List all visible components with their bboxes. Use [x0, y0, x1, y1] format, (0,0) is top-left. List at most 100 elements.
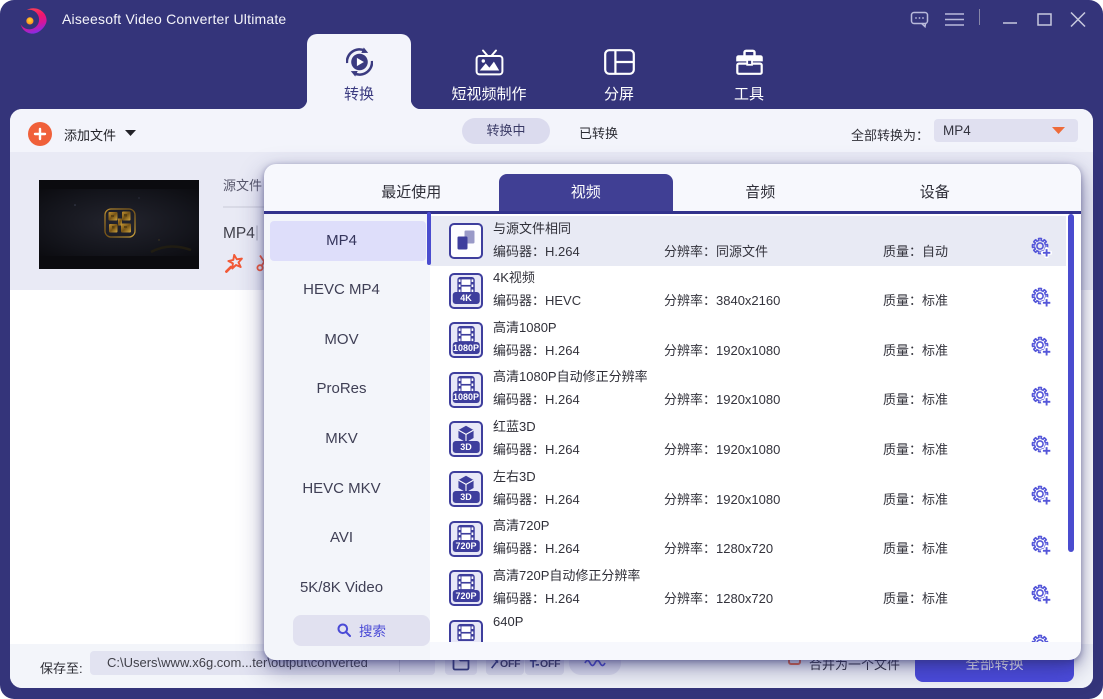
search-button[interactable]: 搜索: [293, 615, 430, 646]
format-resolution: 分辨率：同源文件: [664, 241, 768, 260]
sidebar-item-mov[interactable]: MOV: [270, 320, 426, 360]
titlebar-separator: [979, 9, 980, 25]
format-badge: 720P: [453, 590, 480, 602]
format-row[interactable]: 1080P 高清1080P 编码器：H.264 分辨率：1920x1080 质量：标准: [430, 315, 1081, 365]
format-encoder: 编码器：H.264: [493, 489, 580, 508]
add-files-button[interactable]: 添加文件: [64, 125, 116, 144]
settings-gear-icon[interactable]: [1031, 584, 1052, 605]
format-resolution: 分辨率：1920x1080: [664, 439, 780, 458]
format-encoder: 编码器：H.264: [493, 389, 580, 408]
minimize-icon[interactable]: [999, 8, 1021, 30]
settings-gear-icon[interactable]: [1031, 485, 1052, 506]
convert-icon: [346, 45, 373, 79]
format-film-icon: 1080P: [449, 322, 483, 358]
format-quality: 质量：标准: [883, 588, 948, 607]
format-encoder: 编码器：HEVC: [493, 290, 581, 309]
format-row[interactable]: 640P: [430, 613, 1081, 642]
popup-tab-video[interactable]: 视频: [499, 174, 674, 211]
settings-gear-icon[interactable]: [1031, 535, 1052, 556]
video-thumbnail: [39, 180, 199, 269]
tab-convert-label: 转换: [344, 83, 374, 104]
format-badge: 3D: [453, 441, 480, 453]
format-badge: 4K: [453, 292, 480, 304]
filter-converted[interactable]: 已转换: [579, 123, 618, 142]
format-encoder: 编码器：H.264: [493, 340, 580, 359]
app-title: Aiseesoft Video Converter Ultimate: [62, 11, 286, 27]
settings-gear-icon[interactable]: [1031, 386, 1052, 407]
format-title: 高清1080P: [493, 317, 557, 336]
sidebar-item-5k8k[interactable]: 5K/8K Video: [270, 568, 426, 608]
format-badge: 3D: [453, 491, 480, 503]
settings-gear-icon[interactable]: [1031, 634, 1052, 642]
settings-gear-icon[interactable]: [1031, 287, 1052, 308]
sidebar-item-hevc-mp4[interactable]: HEVC MP4: [270, 270, 426, 310]
filter-converting[interactable]: 转换中: [462, 118, 550, 144]
add-files-icon[interactable]: [28, 122, 52, 146]
format-row[interactable]: 与源文件相同编码器：H.264分辨率：同源文件质量：自动: [430, 216, 1081, 266]
format-title: 640P: [493, 614, 523, 629]
source-separator: |: [255, 224, 259, 242]
format-quality: 质量：标准: [883, 340, 948, 359]
format-row[interactable]: 720P高清720P编码器：H.264分辨率：1280x720质量：标准: [430, 514, 1081, 564]
format-copy-icon: [449, 223, 483, 259]
settings-gear-icon[interactable]: [1031, 435, 1052, 456]
add-files-caret-icon[interactable]: [125, 130, 136, 136]
search-label: 搜索: [359, 620, 386, 640]
sidebar-item-hevc-mkv[interactable]: HEVC MKV: [270, 469, 426, 509]
list-scrollbar[interactable]: [1068, 214, 1074, 552]
popup-tab-device[interactable]: 设备: [848, 174, 1023, 211]
format-row[interactable]: 1080P 高清1080P自动修正分辨率编码器：H.264 分辨率：1920x108…: [430, 365, 1081, 415]
tab-tools[interactable]: 工具: [684, 34, 814, 109]
maximize-icon[interactable]: [1033, 8, 1055, 30]
format-resolution: 分辨率：1920x1080: [664, 489, 780, 508]
format-quality: 质量：标准: [883, 389, 948, 408]
format-resolution: 分辨率：3840x2160: [664, 290, 780, 309]
tab-split-label: 分屏: [604, 83, 634, 104]
effect-icon[interactable]: [225, 254, 243, 273]
sidebar-item-mkv[interactable]: MKV: [270, 419, 426, 459]
format-film-icon: 1080P: [449, 372, 483, 408]
format-title: 高清720P自动修正分辨率: [493, 565, 640, 584]
pin-icon: [529, 659, 539, 669]
tab-convert[interactable]: 转换: [294, 34, 424, 109]
settings-gear-icon[interactable]: [1031, 336, 1052, 357]
popup-tab-recent[interactable]: 最近使用: [324, 174, 499, 211]
close-icon[interactable]: [1067, 8, 1089, 30]
tab-clips-label: 短视频制作: [451, 83, 526, 104]
main-nav: 转换 短视频制作: [294, 34, 814, 109]
sidebar-item-mp4[interactable]: MP4: [270, 221, 426, 261]
format-row[interactable]: 3D红蓝3D编码器：H.264分辨率：1920x1080质量：标准: [430, 414, 1081, 464]
sidebar-scrollbar[interactable]: [427, 212, 431, 265]
format-film-icon: 720P: [449, 570, 483, 606]
settings-gear-icon[interactable]: [1031, 237, 1052, 258]
title-bar: Aiseesoft Video Converter Ultimate: [0, 0, 1103, 38]
format-resolution: 分辨率：1280x720: [664, 588, 773, 607]
format-quality: 质量：标准: [883, 290, 948, 309]
format-row[interactable]: 4K4K视频编码器：HEVC分辨率：3840x2160质量：标准: [430, 266, 1081, 316]
format-row[interactable]: 720P高清720P自动修正分辨率编码器：H.264分辨率：1280x720质量…: [430, 563, 1081, 613]
format-cube-icon: 3D: [449, 471, 483, 507]
popup-tab-audio[interactable]: 音频: [673, 174, 848, 211]
format-title: 高清1080P自动修正分辨率: [493, 366, 648, 385]
format-film-icon: [449, 620, 483, 642]
format-row[interactable]: 3D左右3D编码器：H.264分辨率：1920x1080质量：标准: [430, 464, 1081, 514]
format-resolution: 分辨率：1920x1080: [664, 389, 780, 408]
format-quality: 质量：自动: [883, 241, 948, 260]
format-film-icon: 4K: [449, 273, 483, 309]
format-resolution: 分辨率：1920x1080: [664, 340, 780, 359]
popup-tabs: 最近使用 视频 音频 设备: [324, 174, 1022, 211]
format-encoder: 编码器：H.264: [493, 538, 580, 557]
feedback-icon[interactable]: [909, 8, 931, 30]
output-format-value: MP4: [943, 123, 971, 138]
toolbox-icon: [735, 45, 764, 79]
dropdown-caret-icon: [1052, 127, 1065, 134]
menu-icon[interactable]: [943, 8, 965, 30]
format-quality: 质量：标准: [883, 439, 948, 458]
sidebar-item-avi[interactable]: AVI: [270, 518, 426, 558]
screen: Aiseesoft Video Converter Ultimate: [0, 0, 1103, 699]
tab-clips[interactable]: 短视频制作: [424, 34, 554, 109]
tab-split[interactable]: 分屏: [554, 34, 684, 109]
format-title: 左右3D: [493, 466, 536, 485]
sidebar-item-prores[interactable]: ProRes: [270, 369, 426, 409]
output-format-dropdown[interactable]: MP4: [934, 119, 1078, 142]
